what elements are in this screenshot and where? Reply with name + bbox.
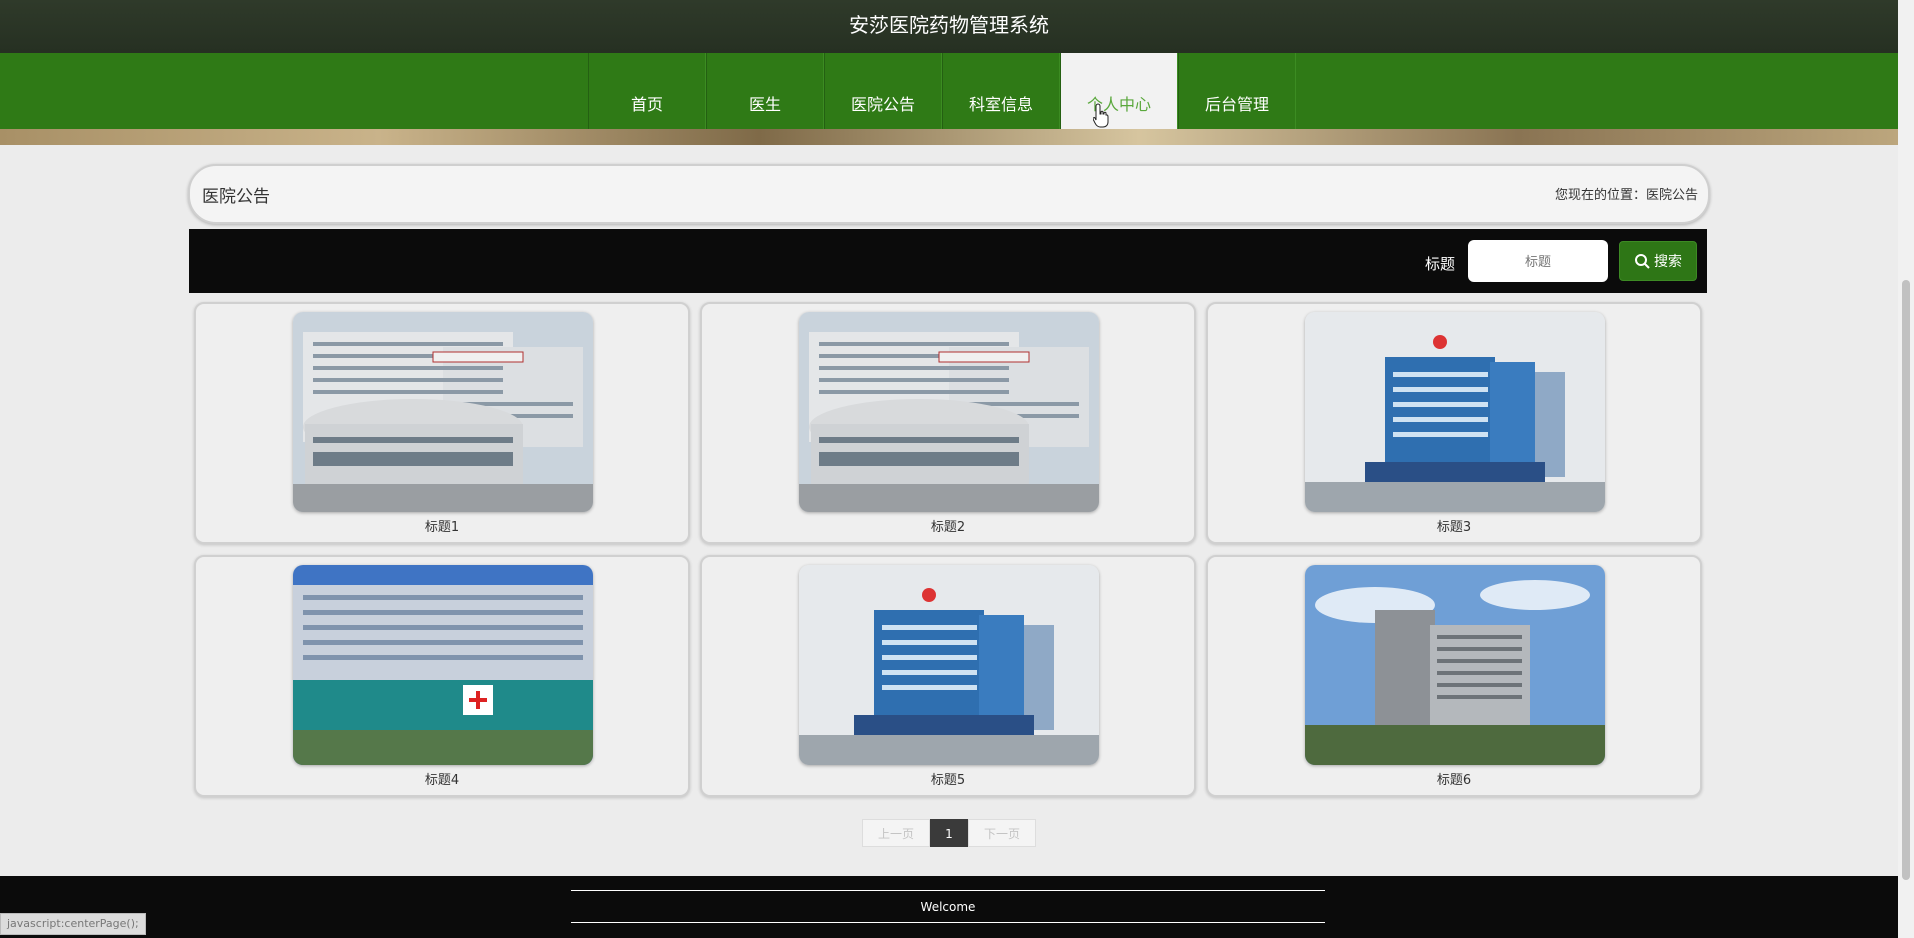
pagination: 上一页 1 下一页 (862, 819, 1036, 847)
nav-item-admin[interactable]: 后台管理 (1178, 53, 1296, 130)
hospital-building-photo (1305, 565, 1605, 765)
nav-item-announcements[interactable]: 医院公告 (824, 53, 942, 130)
page-title-bar: 医院公告 您现在的位置：医院公告 (188, 164, 1710, 224)
announcement-card[interactable]: 标题6 (1206, 555, 1702, 797)
card-title: 标题1 (424, 520, 460, 535)
page-title: 医院公告 (202, 187, 270, 207)
search-button[interactable]: 搜索 (1619, 241, 1697, 281)
banner-image-strip (0, 129, 1898, 145)
announcement-card[interactable]: 标题3 (1206, 302, 1702, 544)
main-nav-bar: 首页 医生 医院公告 科室信息 个人中心 后台管理 (0, 53, 1898, 130)
page-scrollbar[interactable] (1898, 0, 1914, 938)
main-nav: 首页 医生 医院公告 科室信息 个人中心 后台管理 (588, 53, 1296, 130)
card-title: 标题2 (930, 520, 966, 535)
hospital-building-photo (799, 565, 1099, 765)
nav-item-doctor[interactable]: 医生 (706, 53, 824, 130)
scrollbar-thumb[interactable] (1902, 280, 1910, 880)
nav-item-home[interactable]: 首页 (588, 53, 706, 130)
card-title: 标题6 (1436, 773, 1472, 788)
announcement-card[interactable]: 标题4 (194, 555, 690, 797)
footer: Welcome (0, 876, 1898, 938)
search-label: 标题 (1425, 255, 1456, 273)
next-page-button[interactable]: 下一页 (968, 819, 1036, 847)
browser-status-bar: javascript:centerPage(); (0, 913, 146, 935)
footer-divider (571, 890, 1325, 891)
announcement-card[interactable]: 标题1 (194, 302, 690, 544)
hand-cursor-icon (1093, 103, 1109, 128)
nav-item-departments[interactable]: 科室信息 (942, 53, 1060, 130)
hospital-building-photo (293, 565, 593, 765)
breadcrumb: 您现在的位置：医院公告 (1554, 188, 1698, 203)
card-title: 标题5 (930, 773, 966, 788)
hospital-building-photo (799, 312, 1099, 512)
hospital-building-photo (1305, 312, 1605, 512)
card-title: 标题3 (1436, 520, 1472, 535)
card-title: 标题4 (424, 773, 460, 788)
nav-item-personal-center[interactable]: 个人中心 (1060, 53, 1178, 130)
hospital-building-photo (293, 312, 593, 512)
search-button-label: 搜索 (1654, 254, 1682, 270)
footer-welcome-text: Welcome (920, 900, 976, 914)
site-header: 安莎医院药物管理系统 (0, 0, 1898, 53)
announcement-card[interactable]: 标题2 (700, 302, 1196, 544)
page-number-button[interactable]: 1 (930, 819, 968, 847)
announcement-card[interactable]: 标题5 (700, 555, 1196, 797)
prev-page-button[interactable]: 上一页 (862, 819, 930, 847)
search-bar: 标题 搜索 (189, 229, 1707, 293)
search-icon (1635, 254, 1650, 269)
search-input[interactable] (1468, 240, 1608, 282)
footer-divider (571, 922, 1325, 923)
site-title: 安莎医院药物管理系统 (849, 13, 1049, 37)
